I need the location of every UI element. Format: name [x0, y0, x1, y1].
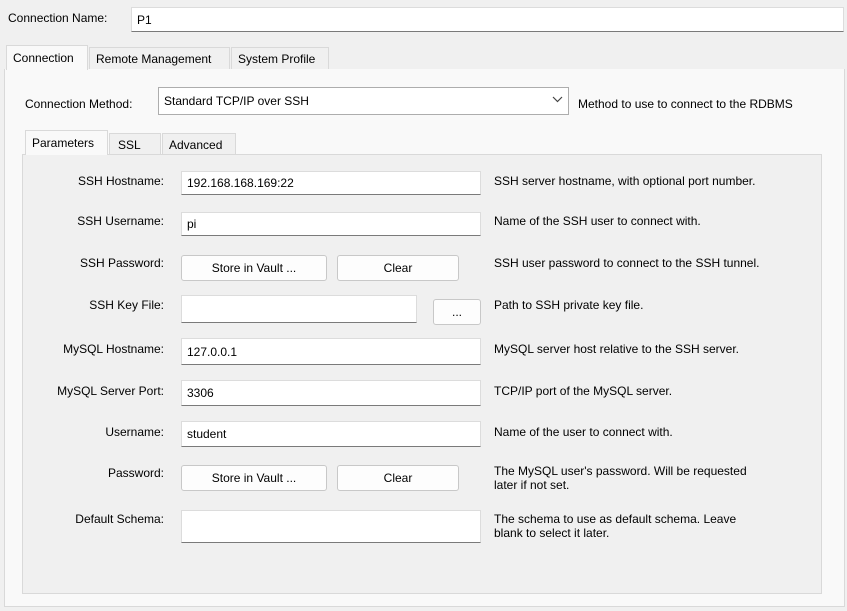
- ssh-password-store-button[interactable]: Store in Vault ...: [181, 255, 327, 281]
- ssh-password-description: SSH user password to connect to the SSH …: [494, 256, 760, 270]
- ssh-key-file-input[interactable]: [181, 295, 417, 323]
- mysql-hostname-label: MySQL Hostname:: [63, 342, 164, 356]
- tab-parameters-label: Parameters: [32, 136, 95, 150]
- default-schema-description: The schema to use as default schema. Lea…: [494, 512, 736, 540]
- ssh-hostname-label: SSH Hostname:: [77, 174, 164, 188]
- tab-advanced[interactable]: Advanced: [162, 133, 236, 155]
- password-clear-button[interactable]: Clear: [337, 465, 459, 491]
- tab-connection-label: Connection: [13, 51, 74, 65]
- ssh-password-clear-button[interactable]: Clear: [337, 255, 459, 281]
- ssh-username-input[interactable]: pi: [181, 212, 481, 236]
- tab-ssl[interactable]: SSL: [109, 133, 161, 155]
- default-schema-label: Default Schema:: [75, 512, 164, 526]
- tab-system-profile[interactable]: System Profile: [231, 47, 329, 69]
- mysql-hostname-description: MySQL server host relative to the SSH se…: [494, 342, 739, 356]
- password-description-line2: later if not set.: [494, 478, 570, 492]
- connection-method-description: Method to use to connect to the RDBMS: [578, 97, 793, 111]
- tab-remote-management-label: Remote Management: [96, 51, 212, 66]
- connection-method-value: Standard TCP/IP over SSH: [164, 94, 309, 108]
- ssh-hostname-input[interactable]: 192.168.168.169:22: [181, 171, 481, 195]
- tab-remote-management[interactable]: Remote Management: [89, 47, 230, 69]
- password-store-button[interactable]: Store in Vault ...: [181, 465, 327, 491]
- ssh-key-file-browse-button[interactable]: ...: [433, 299, 481, 325]
- ssh-username-label: SSH Username:: [77, 214, 164, 228]
- password-description: The MySQL user's password. Will be reque…: [494, 464, 747, 492]
- tab-system-profile-label: System Profile: [238, 51, 316, 66]
- default-schema-input[interactable]: [181, 510, 481, 543]
- connection-method-label: Connection Method:: [25, 97, 133, 111]
- password-description-line1: The MySQL user's password. Will be reque…: [494, 464, 747, 478]
- ssh-key-file-label: SSH Key File:: [89, 298, 164, 312]
- mysql-hostname-input[interactable]: 127.0.0.1: [181, 338, 481, 365]
- ssh-hostname-description: SSH server hostname, with optional port …: [494, 174, 756, 188]
- tab-advanced-label: Advanced: [169, 137, 223, 152]
- tab-connection[interactable]: Connection: [6, 45, 88, 70]
- username-description: Name of the user to connect with.: [494, 425, 673, 439]
- default-schema-description-line2: blank to select it later.: [494, 526, 610, 540]
- username-input[interactable]: student: [181, 421, 481, 447]
- ssh-key-file-description: Path to SSH private key file.: [494, 298, 644, 312]
- default-schema-description-line1: The schema to use as default schema. Lea…: [494, 512, 737, 526]
- tab-ssl-label: SSL: [118, 137, 141, 152]
- mysql-port-label: MySQL Server Port:: [57, 384, 164, 398]
- tab-parameters[interactable]: Parameters: [25, 130, 108, 155]
- username-label: Username:: [105, 425, 164, 439]
- connection-name-label: Connection Name:: [8, 11, 108, 25]
- mysql-port-description: TCP/IP port of the MySQL server.: [494, 384, 673, 398]
- password-label: Password:: [107, 466, 164, 480]
- mysql-port-input[interactable]: 3306: [181, 380, 481, 406]
- chevron-down-icon: [552, 94, 563, 108]
- connection-name-input[interactable]: P1: [131, 7, 844, 32]
- connection-method-select[interactable]: Standard TCP/IP over SSH: [158, 87, 569, 115]
- ssh-password-label: SSH Password:: [79, 256, 164, 270]
- ssh-username-description: Name of the SSH user to connect with.: [494, 214, 701, 228]
